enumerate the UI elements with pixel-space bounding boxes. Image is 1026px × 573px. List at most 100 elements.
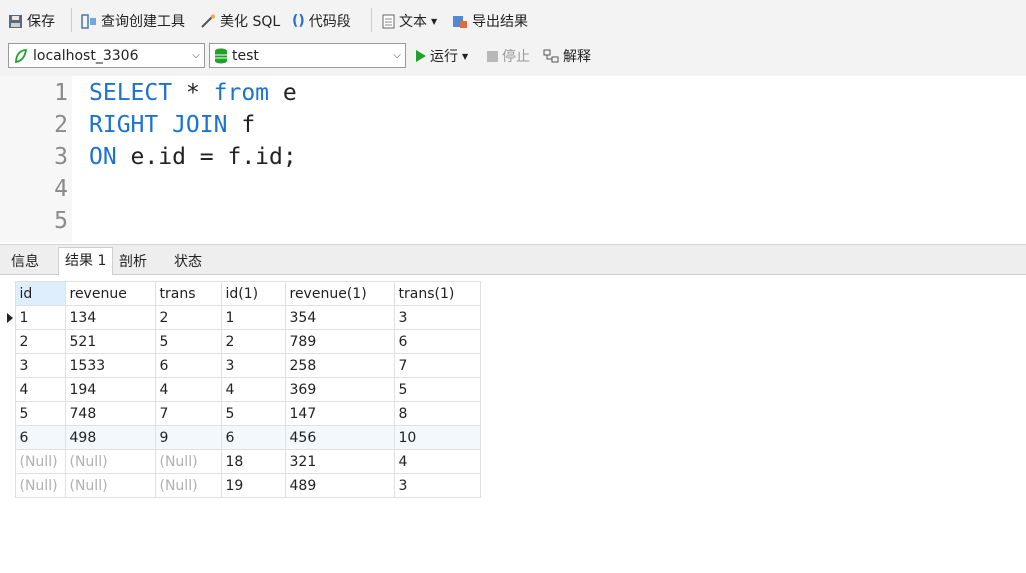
table-cell[interactable]: 5: [14, 401, 66, 426]
table-cell[interactable]: 4: [14, 377, 66, 402]
table-cell[interactable]: 521: [64, 329, 156, 354]
code-line: RIGHT JOIN f: [89, 109, 255, 141]
table-cell[interactable]: 147: [284, 401, 395, 426]
table-cell[interactable]: 5: [154, 329, 222, 354]
stop-button[interactable]: 停止: [487, 45, 530, 67]
table-row[interactable]: 5 748 7 5 147 8: [0, 401, 481, 426]
tab-info[interactable]: 信息: [5, 249, 45, 275]
chevron-down-icon: ⌵: [192, 50, 200, 61]
table-cell[interactable]: 6: [393, 329, 481, 354]
run-button[interactable]: 运行 ▼: [416, 45, 468, 67]
table-cell-null[interactable]: (Null): [154, 449, 222, 474]
line-number-gutter: 1 2 3 4 5: [0, 76, 72, 242]
table-cell[interactable]: 7: [393, 353, 481, 378]
table-cell[interactable]: 3: [14, 353, 66, 378]
table-cell[interactable]: 354: [284, 305, 395, 330]
table-cell[interactable]: 10: [393, 425, 481, 450]
table-cell[interactable]: 3: [393, 473, 481, 498]
grid-header-row: id revenue trans id(1) revenue(1) trans(…: [0, 281, 481, 306]
table-cell[interactable]: 18: [220, 449, 286, 474]
table-cell[interactable]: 369: [284, 377, 395, 402]
table-cell[interactable]: 2: [14, 329, 66, 354]
column-header[interactable]: revenue(1): [284, 281, 395, 306]
column-header[interactable]: id(1): [220, 281, 286, 306]
connection-value: localhost_3306: [33, 47, 139, 64]
tab-status[interactable]: 状态: [168, 249, 208, 275]
table-cell[interactable]: 19: [220, 473, 286, 498]
table-cell[interactable]: 194: [64, 377, 156, 402]
table-cell-null[interactable]: (Null): [64, 473, 156, 498]
document-icon: [382, 14, 395, 28]
query-builder-icon: [81, 13, 96, 29]
table-cell[interactable]: 3: [220, 353, 286, 378]
table-cell[interactable]: 4: [154, 377, 222, 402]
save-icon: [9, 14, 22, 28]
table-cell[interactable]: 489: [284, 473, 395, 498]
table-cell[interactable]: 6: [14, 425, 66, 450]
explain-label: 解释: [563, 49, 591, 65]
table-cell[interactable]: 456: [284, 425, 395, 450]
table-cell-null[interactable]: (Null): [14, 449, 66, 474]
table-row[interactable]: 3 1533 6 3 258 7: [0, 353, 481, 378]
table-cell[interactable]: 9: [154, 425, 222, 450]
table-row[interactable]: 1 134 2 1 354 3: [0, 305, 481, 330]
chevron-down-icon: ⌵: [393, 50, 401, 61]
table-cell[interactable]: 6: [220, 425, 286, 450]
table-cell[interactable]: 498: [64, 425, 156, 450]
table-cell[interactable]: 3: [393, 305, 481, 330]
stop-icon: [487, 50, 498, 62]
result-tabs: 信息 结果 1 剖析 状态: [0, 244, 1026, 275]
table-cell[interactable]: 2: [154, 305, 222, 330]
table-cell[interactable]: 8: [393, 401, 481, 426]
run-label: 运行: [430, 49, 458, 65]
table-cell[interactable]: 134: [64, 305, 156, 330]
table-cell[interactable]: 5: [220, 401, 286, 426]
column-header[interactable]: id: [14, 281, 66, 306]
column-header[interactable]: trans(1): [393, 281, 481, 306]
table-cell-null[interactable]: (Null): [64, 449, 156, 474]
table-cell[interactable]: 258: [284, 353, 395, 378]
table-cell[interactable]: 6: [154, 353, 222, 378]
code-snippet-button[interactable]: () 代码段: [292, 10, 351, 32]
export-results-button[interactable]: 导出结果: [452, 10, 528, 32]
table-cell[interactable]: 748: [64, 401, 156, 426]
table-cell[interactable]: 2: [220, 329, 286, 354]
beautify-sql-button[interactable]: 美化 SQL: [200, 10, 280, 32]
line-number: 4: [54, 176, 68, 202]
table-row[interactable]: 2 521 5 2 789 6: [0, 329, 481, 354]
table-cell[interactable]: 1: [220, 305, 286, 330]
tab-result-1[interactable]: 结果 1: [58, 247, 114, 275]
table-row[interactable]: (Null) (Null) (Null) 19 489 3: [0, 473, 481, 498]
row-indicator: [0, 378, 15, 402]
table-cell[interactable]: 4: [393, 449, 481, 474]
text-button[interactable]: 文本 ▼: [382, 10, 437, 32]
table-row[interactable]: 6 498 9 6 456 10: [0, 425, 481, 450]
table-cell[interactable]: 7: [154, 401, 222, 426]
snippet-label: 代码段: [308, 14, 351, 30]
dropdown-arrow-icon: ▼: [462, 51, 469, 61]
query-builder-button[interactable]: 查询创建工具: [81, 10, 185, 32]
sql-text: e.id = f.id;: [116, 144, 297, 170]
sql-editor[interactable]: 1 2 3 4 5 SELECT * from e RIGHT JOIN f O…: [0, 76, 1026, 242]
connection-select[interactable]: localhost_3306 ⌵: [8, 43, 205, 68]
parentheses-icon: (): [292, 13, 305, 29]
table-cell-null[interactable]: (Null): [14, 473, 66, 498]
table-cell[interactable]: 4: [220, 377, 286, 402]
table-cell[interactable]: 1533: [64, 353, 156, 378]
table-cell[interactable]: 789: [284, 329, 395, 354]
row-indicator: [0, 306, 15, 330]
column-header[interactable]: revenue: [64, 281, 156, 306]
table-cell[interactable]: 5: [393, 377, 481, 402]
line-number: 3: [54, 144, 68, 170]
table-row[interactable]: (Null) (Null) (Null) 18 321 4: [0, 449, 481, 474]
table-cell[interactable]: 1: [14, 305, 66, 330]
column-header[interactable]: trans: [154, 281, 222, 306]
table-cell-null[interactable]: (Null): [154, 473, 222, 498]
code-line: ON e.id = f.id;: [89, 141, 297, 173]
table-cell[interactable]: 321: [284, 449, 395, 474]
tab-profile[interactable]: 剖析: [113, 249, 153, 275]
save-button[interactable]: 保存: [8, 10, 55, 32]
database-select[interactable]: test ⌵: [209, 43, 406, 68]
table-row[interactable]: 4 194 4 4 369 5: [0, 377, 481, 402]
explain-button[interactable]: 解释: [543, 45, 591, 67]
